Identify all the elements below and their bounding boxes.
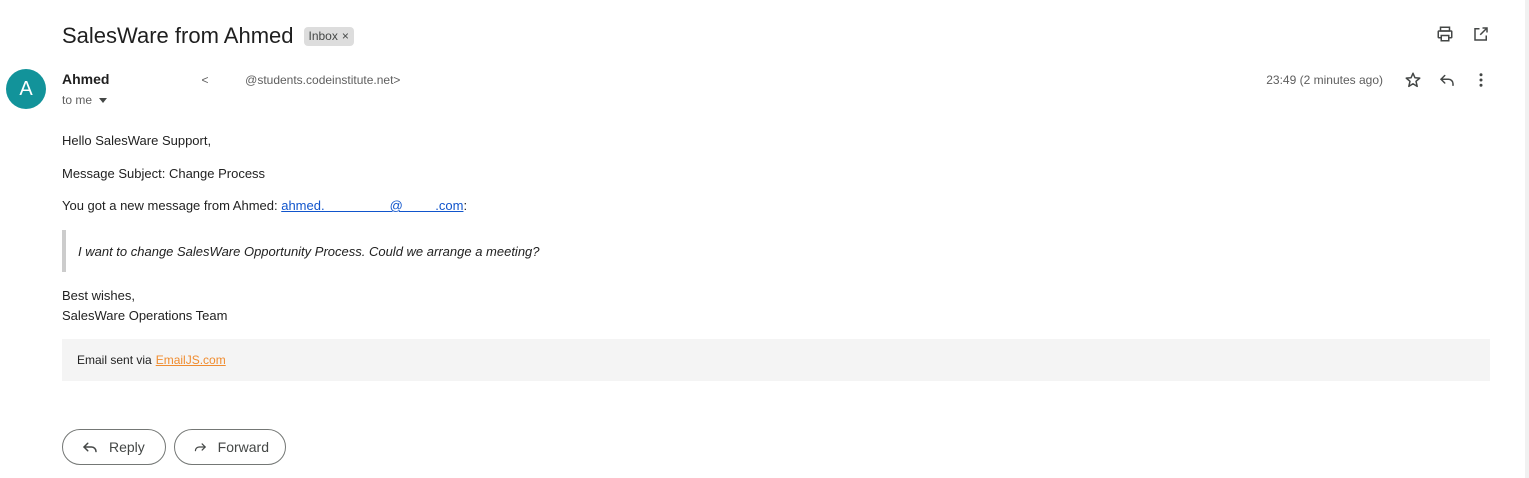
forward-icon [194, 443, 206, 452]
print-icon [1437, 26, 1453, 42]
forward-button[interactable]: Forward [174, 429, 286, 465]
subject-line-text: Message Subject: Change Process [62, 166, 266, 181]
remove-label-button[interactable]: × [342, 29, 349, 44]
reply-actions: Reply Forward [62, 429, 286, 465]
quoted-message: I want to change SalesWare Opportunity P… [62, 230, 762, 272]
quoted-message-text: I want to change SalesWare Opportunity P… [78, 243, 540, 259]
star-button[interactable] [1403, 70, 1423, 90]
reply-icon-button[interactable] [1437, 70, 1457, 90]
star-icon [1405, 72, 1421, 88]
sender-line: Ahmed < @students.codeinstitute.net> [62, 71, 400, 87]
inbox-label-text: Inbox [308, 28, 338, 43]
subject-row: SalesWare from Ahmed Inbox × [62, 20, 354, 52]
email-view: SalesWare from Ahmed Inbox × A Ahmed < @… [0, 0, 1529, 478]
signoff-text: Best wishes, [62, 288, 135, 303]
caret-down-icon [99, 97, 108, 103]
more-options-button[interactable] [1471, 70, 1491, 90]
sender-avatar[interactable]: A [6, 69, 46, 109]
inbox-label-chip[interactable]: Inbox × [303, 26, 354, 46]
emailjs-link[interactable]: EmailJS.com [156, 353, 226, 367]
reply-icon [1440, 74, 1454, 86]
new-message-line: You got a new message from Ahmed: ahmed.… [62, 197, 467, 214]
footer-prefix: Email sent via [77, 353, 152, 367]
emailjs-footer: Email sent via EmailJS.com [62, 339, 1490, 381]
team-signature: SalesWare Operations Team [62, 308, 228, 323]
print-button[interactable] [1435, 24, 1455, 44]
forward-button-label: Forward [217, 439, 269, 455]
reply-button-label: Reply [109, 439, 145, 455]
email-subject: SalesWare from Ahmed [62, 23, 294, 48]
open-in-new-window-icon [1474, 27, 1488, 41]
more-vert-icon [1479, 73, 1483, 87]
sender-email-link[interactable]: ahmed. @ .com [281, 198, 463, 213]
top-actions [1435, 24, 1491, 44]
link-suffix: : [463, 198, 468, 213]
reply-button[interactable]: Reply [62, 429, 166, 465]
message-timestamp: 23:49 (2 minutes ago) [1266, 73, 1383, 87]
recipient-text: to me [62, 93, 93, 107]
reply-icon [83, 442, 97, 453]
sender-email: < @students.codeinstitute.net> [201, 73, 401, 87]
sender-name[interactable]: Ahmed [62, 71, 109, 87]
message-meta: 23:49 (2 minutes ago) [1266, 70, 1491, 90]
recipient-details-toggle[interactable]: to me [62, 93, 108, 107]
greeting-text: Hello SalesWare Support, [62, 133, 212, 148]
new-message-prefix: You got a new message from Ahmed: [62, 198, 282, 213]
scrollbar[interactable] [1525, 0, 1529, 478]
open-in-new-window-button[interactable] [1471, 24, 1491, 44]
